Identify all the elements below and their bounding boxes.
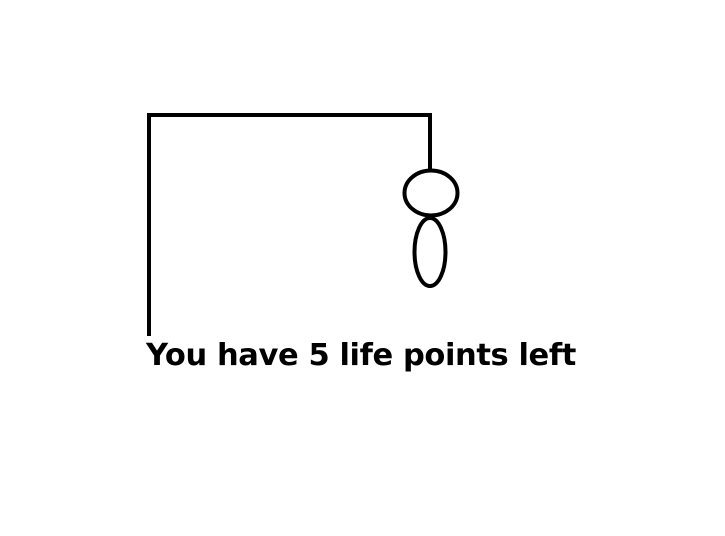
hangman-head xyxy=(402,168,460,218)
life-points-message: You have 5 life points left xyxy=(146,338,576,373)
hangman-drawing xyxy=(147,113,460,336)
hangman-body xyxy=(412,216,448,288)
